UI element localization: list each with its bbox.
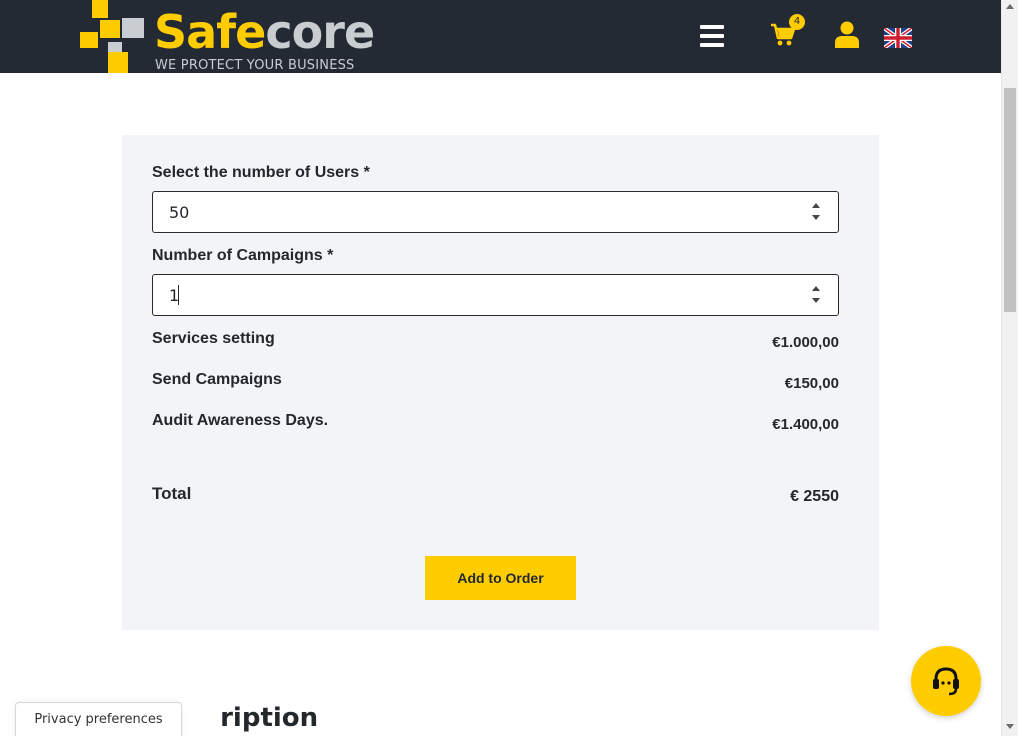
scroll-down-arrow-icon[interactable]	[1006, 724, 1014, 729]
user-icon[interactable]	[834, 21, 860, 48]
privacy-preferences-button[interactable]: Privacy preferences	[15, 702, 182, 736]
stepper-up-icon[interactable]	[812, 286, 820, 291]
order-config-card: Select the number of Users * Number of C…	[122, 135, 879, 630]
logo-squares-icon	[80, 0, 150, 73]
campaigns-label: Number of Campaigns *	[152, 247, 334, 264]
users-label: Select the number of Users *	[152, 164, 370, 181]
line-item-send-campaigns: Send Campaigns €150,00	[152, 371, 839, 395]
campaigns-input-field[interactable]	[153, 275, 793, 315]
text-cursor	[178, 285, 179, 305]
brand-tagline: WE PROTECT YOUR BUSINESS	[155, 58, 355, 73]
safecore-logo[interactable]: Safecore WE PROTECT YOUR BUSINESS	[80, 0, 380, 73]
campaigns-stepper[interactable]	[810, 284, 822, 306]
line-item-price: €1.000,00	[772, 334, 839, 351]
line-item-price: €150,00	[784, 375, 839, 392]
users-stepper[interactable]	[810, 201, 822, 223]
line-item-audit-awareness: Audit Awareness Days. €1.400,00	[152, 412, 839, 436]
line-item-label: Services setting	[152, 330, 275, 347]
brand-name: Safecore	[154, 5, 375, 59]
users-number-input[interactable]	[152, 191, 839, 233]
line-item-price: €1.400,00	[772, 416, 839, 433]
total-value: € 2550	[790, 488, 839, 505]
stepper-down-icon[interactable]	[812, 215, 820, 220]
stepper-up-icon[interactable]	[812, 203, 820, 208]
cart-count-badge: 4	[789, 14, 805, 30]
total-label: Total	[152, 484, 192, 503]
headset-support-icon	[933, 667, 959, 696]
hamburger-menu-icon[interactable]	[700, 25, 724, 47]
scroll-up-arrow-icon[interactable]	[1006, 4, 1014, 9]
campaigns-number-input[interactable]	[152, 274, 839, 316]
site-header: Safecore WE PROTECT YOUR BUSINESS 4	[0, 0, 1001, 73]
support-chat-button[interactable]	[911, 646, 981, 716]
stepper-down-icon[interactable]	[812, 298, 820, 303]
users-input-field[interactable]	[153, 192, 793, 232]
total-row: Total € 2550	[152, 484, 839, 508]
line-item-label: Send Campaigns	[152, 371, 282, 388]
line-item-label: Audit Awareness Days.	[152, 412, 329, 429]
add-to-order-button[interactable]: Add to Order	[425, 556, 576, 600]
line-item-services-setting: Services setting €1.000,00	[152, 330, 839, 354]
page-scrollbar[interactable]	[1001, 0, 1018, 736]
uk-flag-icon[interactable]	[882, 26, 914, 50]
scroll-thumb[interactable]	[1004, 88, 1016, 312]
